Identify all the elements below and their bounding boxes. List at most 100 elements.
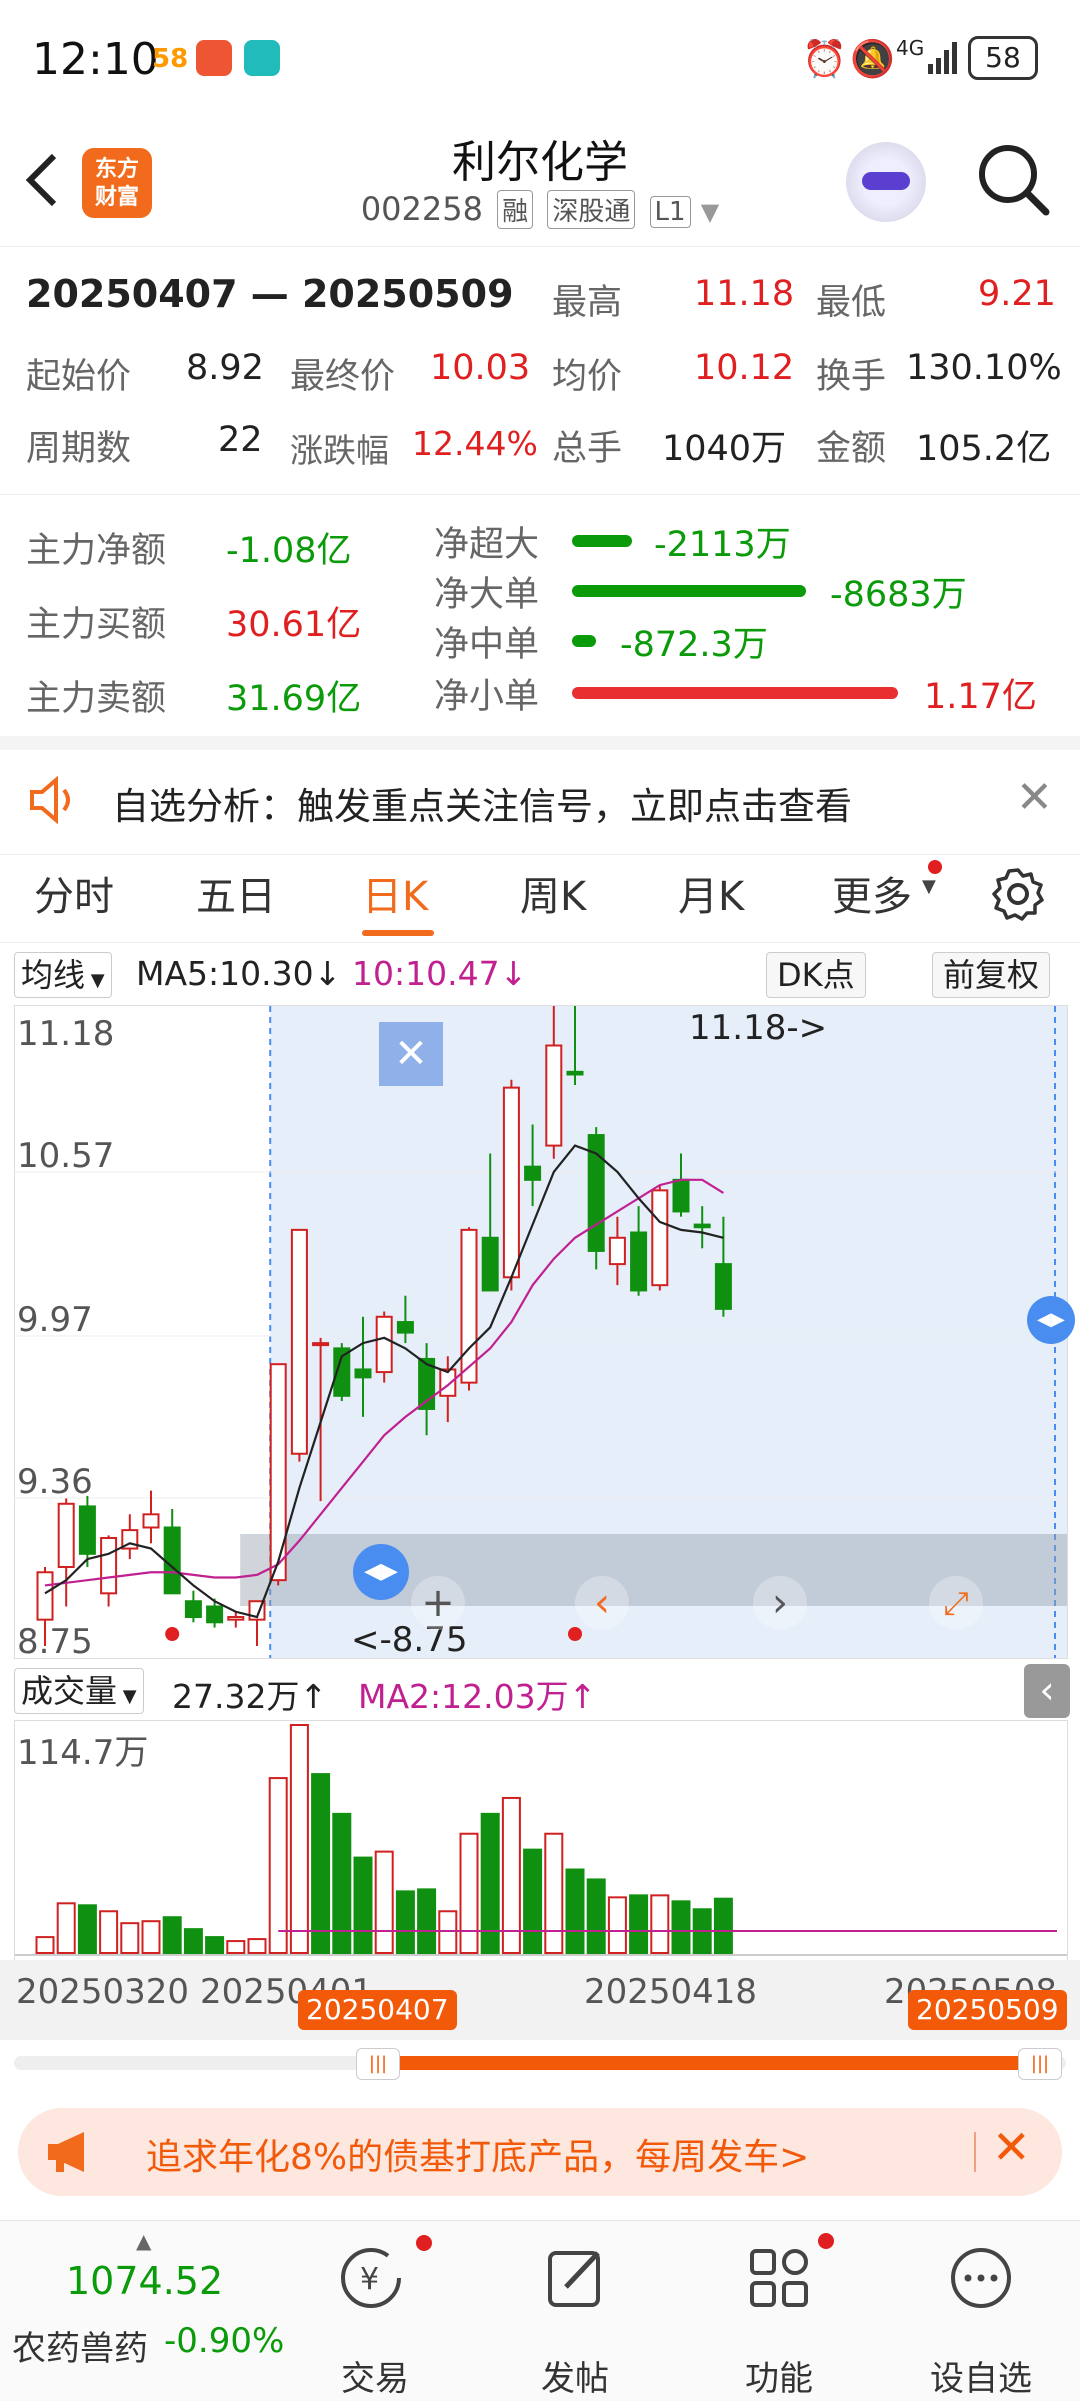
robot-assistant-icon[interactable] — [846, 142, 926, 222]
flow-label-large: 净大单 — [434, 575, 540, 615]
index-change: -0.90% — [164, 2321, 285, 2361]
post-icon[interactable] — [542, 2243, 612, 2317]
trade-badge — [416, 2235, 432, 2251]
ma-selector[interactable]: 均线 ▼ — [14, 952, 112, 998]
range-handle-left-icon[interactable]: ◀▶ — [353, 1544, 409, 1600]
flow-label-super: 净超大 — [434, 525, 540, 565]
flow-label-medium: 净中单 — [434, 625, 540, 665]
volume-max-label: 114.7万 — [17, 1733, 149, 1773]
candle-body — [502, 1086, 520, 1279]
candle-body — [163, 1526, 181, 1595]
tab-more[interactable]: 更多 — [832, 864, 912, 922]
ma5-text: MA5:10.30 — [136, 954, 314, 993]
candle-body — [312, 1342, 330, 1347]
volume-bar — [56, 1902, 76, 1954]
nav-trade[interactable]: 交易 — [310, 2351, 440, 2400]
volume-bar — [374, 1850, 394, 1955]
tag-margin: 融 — [497, 190, 534, 229]
candle-body — [651, 1189, 669, 1287]
candle-body — [354, 1368, 372, 1379]
settings-gear-icon[interactable] — [990, 866, 1046, 926]
collapse-icon[interactable]: ‹ — [1024, 1664, 1070, 1718]
volume-bar — [77, 1904, 97, 1954]
periods-value: 22 — [218, 420, 263, 460]
start-value: 8.92 — [186, 348, 264, 388]
range-slider-left-handle[interactable]: ||| — [356, 2048, 400, 2080]
tab-daily-k[interactable]: 日K — [362, 864, 428, 922]
date-tick: 20250418 — [584, 1972, 758, 2012]
close-banner-icon[interactable]: ✕ — [992, 2120, 1031, 2174]
index-name[interactable]: 农药兽药 — [12, 2321, 148, 2370]
volume-bar — [395, 1890, 415, 1954]
volume-bar — [311, 1773, 331, 1955]
expand-icon[interactable]: ⤢ — [929, 1576, 983, 1630]
volume-bar — [162, 1916, 182, 1954]
flow-bar-large — [572, 585, 806, 597]
high-annotation: 11.18-> — [689, 1008, 828, 1048]
prev-icon[interactable]: ‹ — [575, 1576, 629, 1630]
range-slider-right-handle[interactable]: ||| — [1018, 2048, 1062, 2080]
signal-dot — [165, 1627, 180, 1641]
volume-bar — [523, 1848, 543, 1955]
periods-label: 周期数 — [26, 429, 132, 469]
promo-banner[interactable]: 追求年化8%的债基打底产品，每周发车> ✕ — [18, 2108, 1062, 2196]
flow-bar-super — [572, 535, 632, 547]
close-icon[interactable]: ✕ — [1016, 772, 1053, 823]
tab-five-day[interactable]: 五日 — [196, 864, 276, 922]
candle-body — [672, 1178, 690, 1213]
flow-bar-medium — [572, 635, 596, 647]
volume-bar — [353, 1856, 373, 1954]
tab-intraday[interactable]: 分时 — [34, 864, 114, 922]
dk-label: DK点 — [777, 956, 855, 994]
volume-bar — [417, 1888, 437, 1954]
volume-chart[interactable]: 114.7万 — [14, 1720, 1068, 1962]
banner-divider — [974, 2132, 976, 2172]
close-selection-icon[interactable]: ✕ — [379, 1022, 443, 1086]
trade-icon[interactable]: ¥ — [336, 2243, 406, 2317]
functions-icon[interactable] — [744, 2243, 814, 2317]
svg-text:¥: ¥ — [360, 2262, 379, 2297]
main-net-label: 主力净额 — [26, 531, 167, 571]
price-tick: 8.75 — [17, 1622, 93, 1662]
search-icon[interactable] — [976, 142, 1052, 222]
volume-bar — [459, 1832, 479, 1954]
tab-weekly-k[interactable]: 周K — [520, 864, 586, 922]
price-tick: 11.18 — [17, 1014, 115, 1054]
index-value[interactable]: 1074.52 — [66, 2259, 223, 2303]
notice-bar[interactable]: 自选分析：触发重点关注信号，立即点击查看 ✕ — [0, 736, 1080, 855]
low-value: 9.21 — [978, 274, 1056, 314]
candle-body — [396, 1321, 414, 1334]
add-watchlist-icon[interactable] — [946, 2243, 1016, 2317]
amount-value: 105.2亿 — [916, 429, 1052, 469]
high-label: 最高 — [552, 283, 623, 323]
price-tick: 10.57 — [17, 1136, 115, 1176]
ma10-text: 10:10.47 — [352, 954, 500, 993]
nav-watchlist[interactable]: 设自选 — [916, 2351, 1046, 2400]
volume-bar — [501, 1796, 521, 1955]
tag-connect: 深股通 — [547, 190, 636, 229]
ma5-value: MA5:10.30↓ — [136, 954, 342, 993]
nav-functions[interactable]: 功能 — [714, 2351, 844, 2400]
kline-svg — [15, 1006, 1067, 1658]
volume-bar — [629, 1894, 649, 1955]
ma-selector-label: 均线 — [21, 956, 86, 994]
candle-body — [184, 1600, 202, 1619]
add-icon[interactable]: + — [411, 1576, 465, 1630]
volume-bar — [141, 1920, 161, 1955]
tab-monthly-k[interactable]: 月K — [678, 864, 744, 922]
flow-value-small: 1.17亿 — [924, 677, 1037, 717]
volume-selector[interactable]: 成交量 ▼ — [14, 1668, 144, 1714]
dropdown-icon[interactable]: ▼ — [701, 198, 719, 226]
next-icon[interactable]: › — [753, 1576, 807, 1630]
range-handle-right-icon[interactable]: ◀▶ — [1027, 1296, 1075, 1344]
network-label: 4G — [896, 36, 925, 60]
change-value: 12.44% — [412, 424, 538, 463]
volume-bar — [226, 1940, 246, 1954]
kline-chart[interactable]: 11.18 10.57 9.97 9.36 8.75 11.18-> <-8.7… — [14, 1005, 1075, 1662]
dk-point-button[interactable]: DK点 — [766, 952, 866, 998]
volume-now-text: 27.32万 — [172, 1677, 300, 1716]
nav-post[interactable]: 发帖 — [510, 2351, 640, 2400]
volume-bar — [268, 1777, 288, 1954]
adjust-button[interactable]: 前复权 — [932, 952, 1051, 998]
tag-level: L1 — [649, 196, 691, 228]
